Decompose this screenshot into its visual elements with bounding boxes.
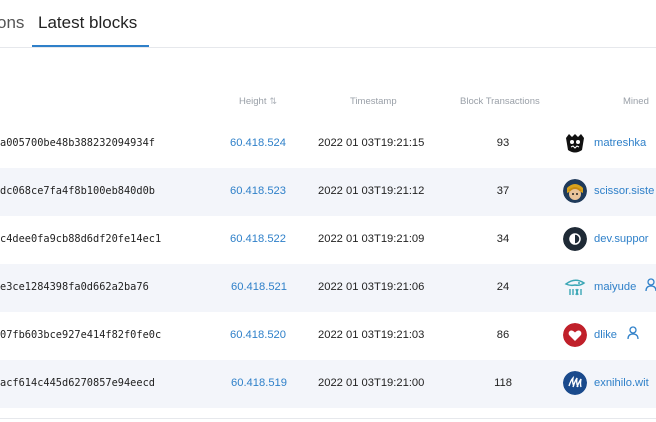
miner-link[interactable]: matreshka <box>594 137 646 149</box>
block-height-link[interactable]: 60.418.520 <box>230 329 286 341</box>
miner-link[interactable]: exnihilo.wit <box>594 377 649 389</box>
table-row: e3ce1284398fa0d662a2ba76 60.418.521 2022… <box>0 264 656 312</box>
verified-user-icon <box>645 278 656 295</box>
table-row: c4dee0fa9cb88d6df20fe14ec1 60.418.522 20… <box>0 216 656 264</box>
sort-icon[interactable]: ⇅ <box>269 96 277 107</box>
timestamp-column-header: Timestamp <box>350 96 397 107</box>
table-bottom-divider <box>0 418 656 422</box>
block-hash[interactable]: c4dee0fa9cb88d6df20fe14ec1 <box>0 233 161 245</box>
block-height-link[interactable]: 60.418.519 <box>231 377 287 389</box>
block-height-link[interactable]: 60.418.523 <box>230 185 286 197</box>
block-hash[interactable]: e3ce1284398fa0d662a2ba76 <box>0 281 149 293</box>
block-timestamp: 2022 01 03T19:21:15 <box>318 137 425 149</box>
table-row: a005700be48b388232094934f 60.418.524 202… <box>0 120 656 168</box>
block-timestamp: 2022 01 03T19:21:09 <box>318 233 425 245</box>
miner-column-header: Mined <box>623 96 649 107</box>
block-timestamp: 2022 01 03T19:21:06 <box>318 281 425 293</box>
table-row: dc068ce7fa4f8b100eb840d0b 60.418.523 202… <box>0 168 656 216</box>
matreshka-avatar-icon[interactable] <box>563 131 587 155</box>
miner-link[interactable]: maiyude <box>594 281 636 293</box>
block-hash[interactable]: 07fb603bce927e414f82f0fe0c <box>0 329 161 341</box>
table-row: 07fb603bce927e414f82f0fe0c 60.418.520 20… <box>0 312 656 360</box>
block-height-link[interactable]: 60.418.522 <box>230 233 286 245</box>
transactions-column-header: Block Transactions <box>460 96 540 107</box>
dlike-heart-avatar-icon[interactable] <box>563 323 587 347</box>
dev-support-avatar-icon[interactable] <box>563 227 587 251</box>
tab-latest-blocks[interactable]: Latest blocks <box>38 13 137 33</box>
miner-link[interactable]: dlike <box>594 329 617 341</box>
block-height-link[interactable]: 60.418.524 <box>230 137 286 149</box>
steem-avatar-icon[interactable] <box>563 371 587 395</box>
block-timestamp: 2022 01 03T19:21:03 <box>318 329 425 341</box>
maiyude-avatar-icon[interactable] <box>563 275 587 299</box>
miner-link[interactable]: dev.suppor <box>594 233 649 245</box>
scissor-avatar-icon[interactable] <box>563 179 587 203</box>
block-height-link[interactable]: 60.418.521 <box>231 281 287 293</box>
tab-transactions[interactable]: ons <box>0 13 24 33</box>
block-hash[interactable]: dc068ce7fa4f8b100eb840d0b <box>0 185 155 197</box>
verified-user-icon <box>627 326 639 343</box>
height-column-header[interactable]: Height ⇅ <box>239 96 277 107</box>
active-tab-indicator <box>32 45 149 47</box>
block-timestamp: 2022 01 03T19:21:00 <box>318 377 425 389</box>
block-hash[interactable]: a005700be48b388232094934f <box>0 137 155 149</box>
tab-bar: ons Latest blocks <box>0 0 656 48</box>
table-row: acf614c445d6270857e94eecd 60.418.519 202… <box>0 360 656 408</box>
table-header: Height ⇅ Timestamp Block Transactions Min… <box>0 90 656 112</box>
miner-link[interactable]: scissor.siste <box>594 185 654 197</box>
block-timestamp: 2022 01 03T19:21:12 <box>318 185 425 197</box>
block-hash[interactable]: acf614c445d6270857e94eecd <box>0 377 155 389</box>
